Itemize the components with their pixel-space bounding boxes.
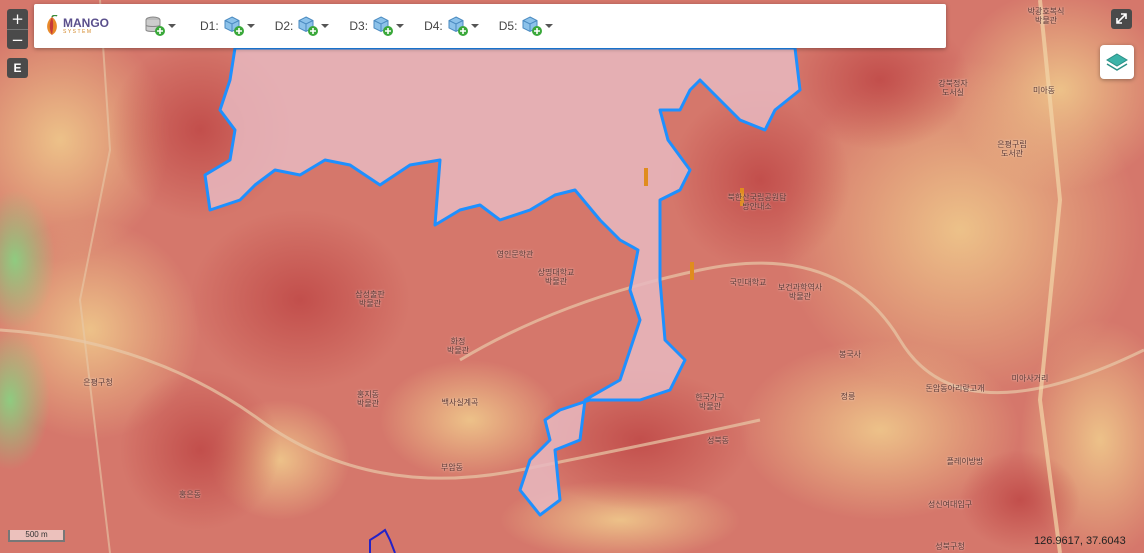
dataset-label: D5: [498, 19, 518, 33]
place-label: 백사실계곡 [441, 398, 479, 407]
place-label: 플레이방방 [946, 457, 984, 466]
place-label: 부암동 [440, 463, 464, 472]
place-label: 미아사거리 [1011, 374, 1049, 383]
database-add-icon [145, 16, 165, 36]
cube-add-icon [298, 16, 319, 36]
layers-icon [1106, 53, 1128, 71]
chevron-down-icon [470, 24, 479, 28]
edit-button[interactable]: E [7, 58, 28, 78]
expand-icon [1116, 13, 1127, 24]
cube-add-icon [448, 16, 468, 36]
place-label: 정릉 [840, 392, 856, 401]
dataset-button-3[interactable]: D3: [349, 11, 405, 41]
chevron-down-icon [246, 24, 255, 28]
dataset-button-4[interactable]: D4: [424, 11, 479, 41]
mango-logo: MANGO SYSTEM [44, 15, 122, 37]
place-label: 삼성출판 박물관 [355, 290, 385, 308]
place-label: 미아동 [1032, 86, 1056, 95]
dataset-label: D2: [274, 19, 294, 33]
cube-add-icon [522, 16, 543, 36]
zoom-in-button[interactable]: + [7, 9, 28, 29]
scale-bar: 500 m [8, 530, 65, 542]
cube-add-icon [224, 16, 244, 36]
cube-add-icon [373, 16, 394, 36]
zoom-control: + − [7, 9, 28, 49]
place-label: 성북구청 [935, 542, 965, 551]
place-label: 성북동 [706, 436, 730, 445]
layers-button[interactable] [1100, 45, 1134, 79]
place-label: 성신여대입구 [927, 500, 973, 509]
place-label: 은평구청 [83, 378, 113, 387]
database-layer-button[interactable] [144, 11, 176, 41]
zoom-out-button[interactable]: − [7, 29, 28, 49]
place-label: 홍지동 박물관 [356, 390, 380, 408]
dataset-button-2[interactable]: D2: [275, 11, 330, 41]
place-label: 봉국사 [838, 350, 862, 359]
fullscreen-button[interactable] [1111, 9, 1132, 29]
place-label: 국민대학교 [729, 278, 767, 287]
chevron-down-icon [396, 24, 405, 28]
logo-title: MANGO [63, 15, 109, 30]
dataset-label: D3: [349, 19, 369, 33]
place-label: 화정 박물관 [446, 337, 470, 355]
place-label: 상명대학교 박물관 [537, 268, 575, 286]
place-label: 북한산국립공원탐방안내소 [727, 193, 787, 211]
map-canvas[interactable]: 박광호복식 박물관강북정자 도서실 미아동은평구립 도서관북한산국립공원탐방안내소… [0, 0, 1144, 553]
chevron-down-icon [321, 24, 330, 28]
cursor-coordinates: 126.9617, 37.6043 [1034, 535, 1126, 547]
dataset-button-1[interactable]: D1: [200, 11, 255, 41]
place-label: 보건과학역사 박물관 [777, 283, 823, 301]
place-label: 홍은동 [178, 490, 202, 499]
dataset-label: D4: [424, 19, 443, 33]
dataset-button-5[interactable]: D5: [499, 11, 554, 41]
place-label: 돈암동아리랑고개 [925, 384, 985, 393]
place-label: 강북정자 도서실 [938, 79, 968, 97]
dataset-label: D1: [200, 19, 219, 33]
chevron-down-icon [168, 24, 176, 28]
main-toolbar: MANGO SYSTEM D1: D2: D3: D4: D5: [34, 4, 946, 48]
place-label: 은평구립 도서관 [997, 140, 1027, 158]
chevron-down-icon [545, 24, 554, 28]
place-label: 박광호복식 박물관 [1027, 7, 1065, 25]
place-label: 영인문학관 [496, 250, 534, 259]
mango-logo-icon [47, 15, 58, 35]
place-label: 한국가구 박물관 [695, 393, 725, 411]
